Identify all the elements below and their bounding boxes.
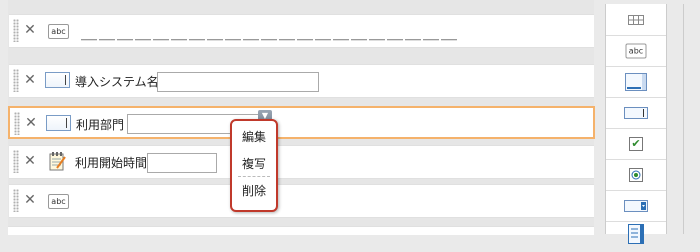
palette-item-checkbox[interactable]: ✔ [606,128,666,160]
palette-item-label[interactable]: abc [606,35,666,67]
close-icon[interactable]: ✕ [23,152,37,170]
textbox-field-icon [46,115,71,131]
textbox-icon [624,106,648,119]
form-row-system-name[interactable]: ✕ 導入システム名 [9,64,594,98]
start-time-input[interactable] [147,153,217,173]
abc-label-icon: abc [625,43,647,58]
palette-item-textbox[interactable] [606,97,666,129]
component-palette: abc ✔ [605,4,667,244]
palette-divider [683,4,684,234]
form-row-heading[interactable]: ✕ abc ＿＿＿＿＿＿＿＿＿＿＿＿＿＿＿＿＿＿＿＿＿ [9,14,594,48]
system-name-input[interactable] [157,72,319,92]
menu-item-edit[interactable]: 編集 [232,128,276,145]
checkbox-icon: ✔ [629,136,643,151]
field-label: 利用部門 [76,118,125,132]
field-label: 利用開始時間 [75,156,148,170]
form-row-department-selected[interactable]: ✕ 利用部門 [8,106,595,139]
form-canvas: ✕ abc ＿＿＿＿＿＿＿＿＿＿＿＿＿＿＿＿＿＿＿＿＿ ✕ 導入システム名 ✕ … [8,0,595,235]
context-menu: 編集 複写 削除 [230,119,278,212]
abc-label-icon: abc [48,24,69,39]
palette-item-dropdown[interactable] [606,190,666,222]
separator-line-text: ＿＿＿＿＿＿＿＿＿＿＿＿＿＿＿＿＿＿＿＿＿ [81,23,460,42]
menu-item-delete[interactable]: 削除 [232,182,276,199]
form-row-label[interactable]: ✕ abc [9,184,594,218]
palette-item-radio[interactable] [606,159,666,191]
close-icon[interactable]: ✕ [23,71,37,89]
radio-icon [629,167,643,182]
notepad-icon [48,152,66,172]
textarea-icon [625,72,647,91]
menu-divider [238,176,270,177]
palette-item-grid[interactable] [606,4,666,36]
drag-handle[interactable] [14,112,20,135]
palette-item-textarea[interactable] [606,66,666,98]
dropdown-icon [624,199,648,212]
list-icon [628,224,644,244]
drag-handle[interactable] [13,19,19,42]
textbox-field-icon [45,72,70,88]
drag-handle[interactable] [13,150,19,173]
form-row-partial [8,226,594,235]
close-icon[interactable]: ✕ [23,21,37,39]
drag-handle[interactable] [13,69,19,92]
grid-icon [628,14,644,25]
close-icon[interactable]: ✕ [23,191,37,209]
palette-item-list[interactable] [606,221,666,252]
close-icon[interactable]: ✕ [24,114,38,132]
field-label: 導入システム名 [75,75,159,89]
form-row-start-time[interactable]: ✕ 利用開始時間 [9,145,594,179]
menu-item-copy[interactable]: 複写 [232,155,276,172]
drag-handle[interactable] [13,189,19,212]
abc-label-icon: abc [48,194,69,209]
